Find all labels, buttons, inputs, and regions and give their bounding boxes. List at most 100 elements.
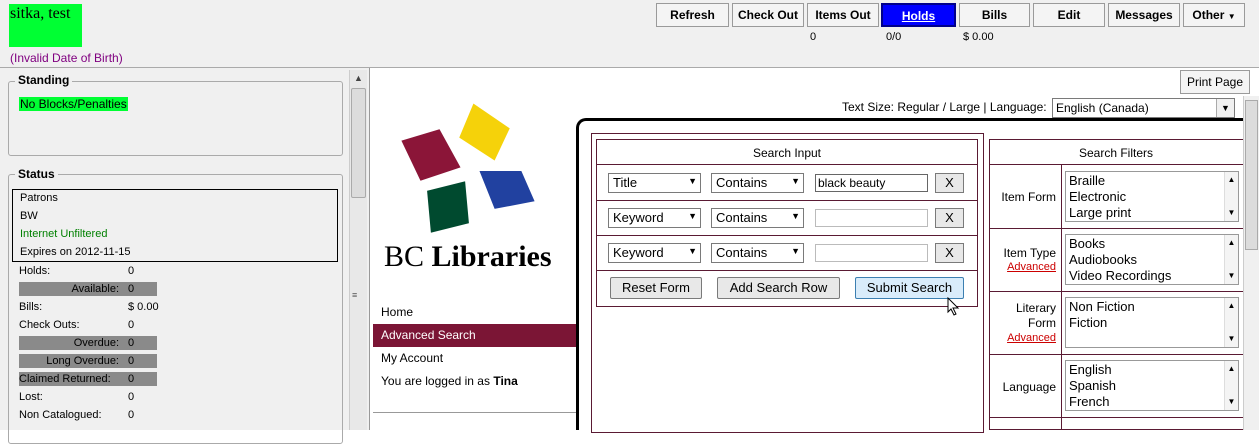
nav-divider [373, 412, 576, 413]
patron-name: sitka, test [9, 4, 82, 47]
holds-count: 0/0 [886, 31, 902, 43]
scroll-up-icon[interactable]: ▲ [350, 70, 367, 86]
chevron-down-icon: ▼ [791, 211, 800, 221]
opac-scroll-thumb[interactable] [1245, 100, 1258, 250]
item-type-option[interactable]: Video Recordings [1069, 268, 1235, 284]
patron-summary: Standing No Blocks/Penalties Status Patr… [0, 68, 370, 444]
scroll-down-icon[interactable]: ▼ [1225, 205, 1238, 221]
scroll-down-icon[interactable]: ▼ [1225, 394, 1238, 410]
list-scrollbar[interactable]: ▲ ▼ [1224, 361, 1238, 410]
bc-libraries-logo [398, 100, 538, 235]
literary-form-option[interactable]: Fiction [1069, 315, 1235, 331]
scroll-down-icon[interactable]: ▼ [1225, 268, 1238, 284]
field-select-2-value: Keyword [613, 210, 664, 225]
lost-label: Lost: [19, 391, 43, 403]
remove-row-2-button[interactable]: X [935, 208, 964, 228]
chevron-down-icon: ▼ [688, 246, 697, 256]
search-term-input-1[interactable]: black beauty [815, 174, 928, 192]
nav-advanced-search[interactable]: Advanced Search [373, 324, 578, 347]
language-option[interactable]: French [1069, 394, 1235, 410]
text-size-label[interactable]: Text Size: Regular / Large [842, 100, 980, 114]
brand-bc: BC [384, 240, 425, 273]
summary-scrollbar[interactable]: ▲ [349, 70, 367, 430]
logo-blue-book [476, 169, 538, 212]
logged-in-text: You are logged in as Tina [373, 370, 578, 393]
claimed-returned-value: 0 [128, 373, 135, 385]
splitter-grip-icon[interactable]: ≡ [352, 290, 357, 300]
search-term-input-2[interactable] [815, 209, 928, 227]
standing-group [8, 81, 343, 156]
title-divider [990, 164, 1243, 165]
remove-row-3-button[interactable]: X [935, 243, 964, 263]
title-divider [597, 164, 977, 165]
language-filter-list[interactable]: English Spanish French ▲ ▼ [1065, 360, 1239, 411]
item-type-list[interactable]: Books Audiobooks Video Recordings ▲ ▼ [1065, 234, 1239, 285]
edit-button[interactable]: Edit [1033, 3, 1105, 27]
item-form-list[interactable]: Braille Electronic Large print ▲ ▼ [1065, 171, 1239, 222]
scroll-up-icon[interactable]: ▲ [1225, 298, 1238, 314]
chevron-down-icon: ▼ [688, 176, 697, 186]
item-form-option[interactable]: Large print [1069, 205, 1235, 221]
remove-row-1-button[interactable]: X [935, 173, 964, 193]
holds-value: 0 [128, 265, 135, 277]
overdue-label: Overdue: [73, 337, 119, 349]
bills-button[interactable]: Bills [959, 3, 1030, 27]
other-menu-button[interactable]: Other ▼ [1183, 3, 1245, 27]
holds-label: Holds: [19, 265, 51, 277]
print-page-button[interactable]: Print Page [1180, 70, 1250, 94]
items-out-button[interactable]: Items Out [807, 3, 879, 27]
op-select-1[interactable]: Contains ▼ [711, 173, 804, 193]
item-form-option[interactable]: Braille [1069, 173, 1235, 189]
literary-form-list[interactable]: Non Fiction Fiction ▲ ▼ [1065, 297, 1239, 348]
item-form-option[interactable]: Electronic [1069, 189, 1235, 205]
list-scrollbar[interactable]: ▲ ▼ [1224, 172, 1238, 221]
chevron-down-icon: ▼ [688, 211, 697, 221]
expires-text: Expires on 2012-11-15 [20, 246, 131, 258]
opac-scrollbar[interactable] [1243, 96, 1259, 430]
chevron-down-icon[interactable]: ▼ [1216, 99, 1234, 117]
item-type-advanced-link[interactable]: Advanced [990, 260, 1056, 274]
item-type-option[interactable]: Audiobooks [1069, 252, 1235, 268]
standing-legend: Standing [15, 73, 73, 87]
search-term-input-3[interactable] [815, 244, 928, 262]
scroll-up-icon[interactable]: ▲ [1225, 235, 1238, 251]
logged-in-prefix: You are logged in as [381, 374, 490, 388]
scroll-up-icon[interactable]: ▲ [1225, 172, 1238, 188]
messages-button[interactable]: Messages [1108, 3, 1180, 27]
long-overdue-label: Long Overdue: [46, 355, 119, 367]
literary-form-label-group: Literary Form Advanced [990, 301, 1056, 346]
field-select-1[interactable]: Title ▼ [608, 173, 701, 193]
add-search-row-button[interactable]: Add Search Row [717, 277, 840, 299]
literary-form-advanced-link[interactable]: Advanced [990, 331, 1056, 346]
scroll-thumb[interactable] [351, 88, 366, 198]
search-input-title: Search Input [752, 146, 822, 160]
field-select-3[interactable]: Keyword ▼ [608, 243, 701, 263]
mouse-cursor-icon [947, 297, 960, 316]
claimed-returned-label: Claimed Returned: [19, 373, 111, 385]
list-scrollbar[interactable]: ▲ ▼ [1224, 235, 1238, 284]
nav-my-account[interactable]: My Account [373, 347, 578, 370]
other-label: Other [1192, 8, 1225, 22]
checkout-button[interactable]: Check Out [732, 3, 804, 27]
reset-form-button[interactable]: Reset Form [610, 277, 702, 299]
logo-green-book [424, 178, 472, 235]
list-scrollbar[interactable]: ▲ ▼ [1224, 298, 1238, 347]
language-option[interactable]: Spanish [1069, 378, 1235, 394]
scroll-down-icon[interactable]: ▼ [1225, 331, 1238, 347]
op-select-2[interactable]: Contains ▼ [711, 208, 804, 228]
chevron-down-icon: ▼ [791, 176, 800, 186]
field-select-2[interactable]: Keyword ▼ [608, 208, 701, 228]
scroll-up-icon[interactable]: ▲ [1225, 361, 1238, 377]
refresh-button[interactable]: Refresh [656, 3, 729, 27]
status-legend: Status [15, 167, 58, 181]
language-option[interactable]: English [1069, 362, 1235, 378]
item-type-option[interactable]: Books [1069, 236, 1235, 252]
language-select[interactable]: English (Canada) ▼ [1052, 98, 1235, 118]
nav-home[interactable]: Home [373, 301, 578, 324]
op-select-3[interactable]: Contains ▼ [711, 243, 804, 263]
literary-form-option[interactable]: Non Fiction [1069, 299, 1235, 315]
holds-button[interactable]: Holds [881, 3, 956, 27]
internet-text: Internet Unfiltered [20, 228, 108, 240]
op-select-2-value: Contains [716, 210, 768, 225]
submit-search-button[interactable]: Submit Search [855, 277, 964, 299]
